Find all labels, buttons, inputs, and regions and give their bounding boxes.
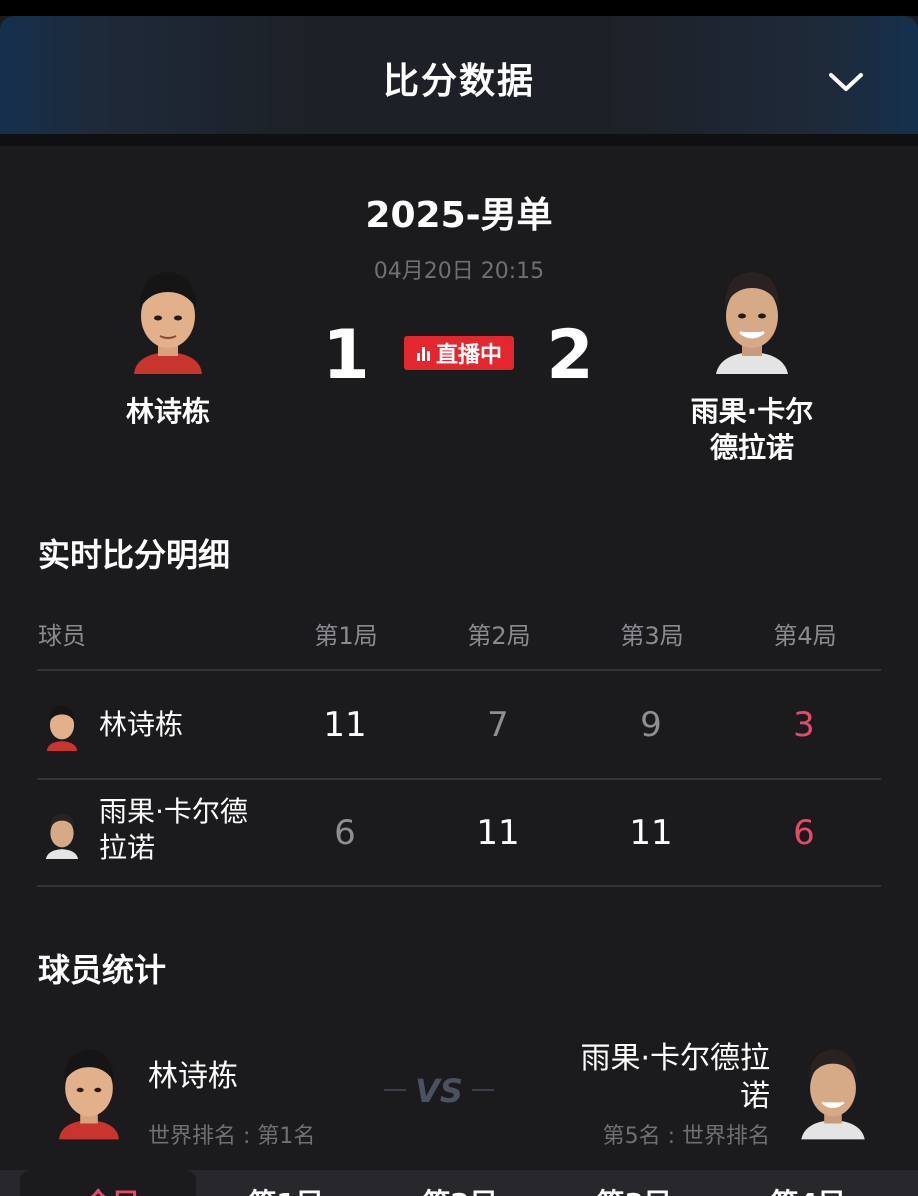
stats-section-title: 球员统计 <box>38 951 167 989</box>
live-label: 直播中 <box>435 343 502 368</box>
player1-name: 林诗栋 <box>125 395 210 428</box>
row2-name-line1: 雨果·卡尔德 <box>99 795 248 828</box>
player1-avatar[interactable] <box>126 262 210 374</box>
stats-player2-name-line2: 诺 <box>740 1079 770 1114</box>
tab-all[interactable]: 全局 <box>52 1182 172 1196</box>
player2-name: 雨果·卡尔 德拉诺 <box>672 394 832 466</box>
chevron-down-icon[interactable] <box>828 70 864 94</box>
row1-game3-score: 9 <box>640 705 662 745</box>
row2-game3-score: 11 <box>629 813 673 853</box>
stats-player1-avatar[interactable] <box>52 1040 126 1140</box>
tab-game3[interactable]: 第3局 <box>574 1182 694 1196</box>
col-header-game4: 第4局 <box>773 622 837 650</box>
stats-player2-rank: 第5名 : 世界排名 <box>602 1124 770 1149</box>
col-header-game1: 第1局 <box>314 622 378 650</box>
col-header-player: 球员 <box>38 622 86 650</box>
col-header-game2: 第2局 <box>467 622 531 650</box>
tab-game2[interactable]: 第2局 <box>400 1182 520 1196</box>
stats-player2-name: 雨果·卡尔德拉 诺 <box>540 1040 770 1116</box>
row1-game1-score: 11 <box>323 705 367 745</box>
page-title: 比分数据 <box>382 61 535 102</box>
row1-avatar <box>42 701 82 751</box>
stats-player2-name-line1: 雨果·卡尔德拉 <box>580 1041 770 1076</box>
live-badge[interactable]: 直播中 <box>404 336 514 370</box>
row2-game2-score: 11 <box>476 813 520 853</box>
stats-player1-rank: 世界排名 : 第1名 <box>148 1124 316 1149</box>
tab-game4[interactable]: 第4局 <box>748 1182 868 1196</box>
player2-match-score: 2 <box>546 316 594 395</box>
status-strip <box>0 0 918 16</box>
row2-name-line2: 拉诺 <box>99 831 156 864</box>
match-title: 2025-男单 <box>365 195 553 236</box>
header-separator <box>0 134 918 146</box>
detail-section-title: 实时比分明细 <box>38 536 231 574</box>
table-divider <box>37 885 881 887</box>
row1-game2-score: 7 <box>487 705 509 745</box>
row1-player-name: 林诗栋 <box>99 708 184 741</box>
row2-game1-score: 6 <box>334 813 356 853</box>
table-divider <box>37 778 881 780</box>
row1-game4-score: 3 <box>793 705 815 745</box>
live-bars-icon <box>416 344 432 362</box>
tab-game1[interactable]: 第1局 <box>226 1182 346 1196</box>
player2-avatar[interactable] <box>710 262 794 374</box>
stats-player1-name: 林诗栋 <box>148 1059 238 1094</box>
row2-player-name: 雨果·卡尔德 拉诺 <box>99 794 248 866</box>
vs-label: VS <box>415 1072 463 1110</box>
vs-icon: VS <box>384 1072 494 1110</box>
row2-avatar <box>42 809 82 859</box>
page-header: 比分数据 <box>0 16 918 134</box>
table-divider <box>37 669 881 671</box>
player2-name-line1: 雨果·卡尔 <box>690 395 814 428</box>
col-header-game3: 第3局 <box>620 622 684 650</box>
game-tabs: 全局 第1局 第2局 第3局 第4局 <box>0 1170 918 1196</box>
player1-match-score: 1 <box>322 316 370 395</box>
player2-name-line2: 德拉诺 <box>709 431 794 464</box>
row2-game4-score: 6 <box>793 813 815 853</box>
stats-player2-avatar[interactable] <box>796 1040 870 1140</box>
